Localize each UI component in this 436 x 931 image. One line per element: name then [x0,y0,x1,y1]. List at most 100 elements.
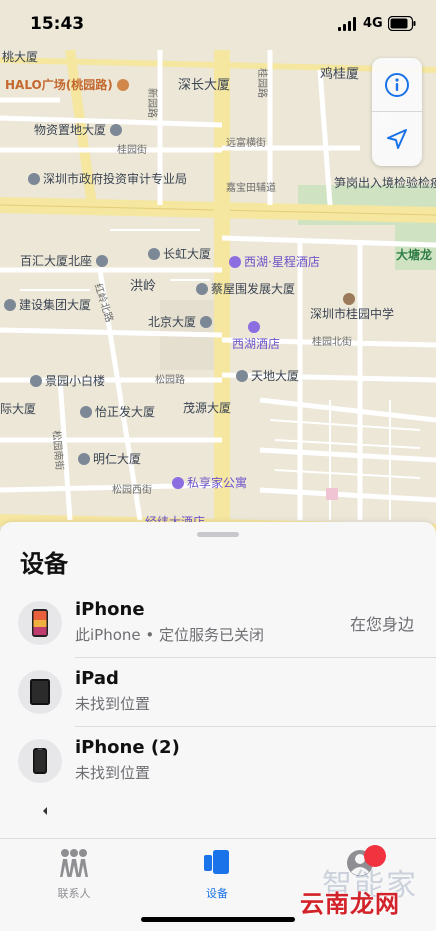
map-label-text: 景园小白楼 [45,374,106,388]
map-label: 大塘龙 [396,248,433,262]
iphone-icon [33,748,47,774]
tab-devices[interactable]: 设备 [167,847,267,905]
map-label: 北京大厦 [148,315,215,329]
map-label: 新园路 [146,88,157,118]
map-label-text: 物资置地大厦 [34,123,107,137]
map-label: 茂源大厦 [183,401,231,415]
device-name: iPhone (2) [75,737,180,758]
info-button[interactable] [372,58,422,112]
map-label: 西湖·星程酒店 [229,255,320,269]
building-icon [4,299,16,311]
device-icon-circle [18,670,62,714]
iphone-color-icon [32,609,48,637]
map-label: 深圳市政府投资审计专业局 [28,172,187,186]
device-distance: 在您身边 [349,615,414,634]
map-label: 深圳市桂园中学 [310,307,395,321]
map-label: 桂园路 [256,68,267,98]
ipad-icon [30,679,50,705]
map-label: 桂园街 [117,145,147,156]
device-row-ipad[interactable]: iPad 未找到位置 [0,658,436,727]
map-label: 远富横街 [226,138,266,149]
status-bar: 15:43 4G [0,0,436,50]
map-label: HALO广场(桃园路) [5,78,132,92]
map-label: 蔡屋围发展大厦 [196,282,295,296]
building-icon [78,453,90,465]
map-label: 私享家公寓 [172,476,247,490]
map-label-text: 深圳市政府投资审计专业局 [43,172,188,186]
sheet-grabber[interactable] [197,532,239,537]
map-label: 洪岭 [130,279,157,294]
device-status: 未找到位置 [75,764,151,782]
device-row-iphone-2[interactable]: iPhone (2) 未找到位置 [0,727,436,796]
map-label: 鸡桂厦 [320,67,360,82]
school-icon [343,293,355,305]
tab-label: 联系人 [57,887,91,900]
map-label-text: 私享家公寓 [187,476,248,490]
map-label: 松园路 [155,375,185,386]
map-label-text: 长虹大厦 [163,247,212,261]
people-icon [60,849,88,877]
map-label-text: 怡正发大厦 [95,405,156,419]
map-label-text: 西湖·星程酒店 [244,255,320,269]
map-label: 景园小白楼 [30,374,105,388]
home-indicator[interactable] [141,917,295,922]
map-label-text: 百汇大厦北座 [20,254,93,268]
map-label: 深长大厦 [178,79,230,93]
building-icon [109,124,122,136]
map-label: 物资置地大厦 [34,123,125,137]
map-label: 笋岗出入境检验检疫 [334,176,436,190]
apartment-icon [172,477,184,489]
map-label: 百汇大厦北座 [20,254,111,268]
map-label: 桂园北街 [312,337,352,348]
map-label-text: 蔡屋围发展大厦 [211,282,296,296]
tab-people[interactable]: 联系人 [24,847,124,905]
sheet-title: 设备 [20,550,68,578]
building-icon [80,406,92,418]
map-label [248,320,263,334]
hotel-icon [229,256,241,268]
map-label: 西湖酒店 [232,337,281,351]
building-icon [236,370,248,382]
map-label-text: 茂源大厦 [183,401,232,415]
building-icon [199,316,212,328]
map-label: 际大厦 [0,402,37,416]
chevron-left-icon[interactable] [40,805,50,817]
status-time: 15:43 [30,14,85,34]
cellular-signal-icon [338,17,356,31]
map-label: 松园西街 [112,485,152,496]
device-status: 未找到位置 [75,695,151,713]
map-label: 桃大厦 [2,50,39,64]
map-label-text: 天地大厦 [251,369,300,383]
devices-icon [204,850,229,874]
map-controls [372,58,422,166]
map-label-text: 北京大厦 [148,315,197,329]
network-type: 4G [363,16,383,31]
watermark: 云南龙网 [300,890,400,918]
map-label: 明仁大厦 [78,452,141,466]
building-icon [30,375,42,387]
map-label: 天地大厦 [236,369,299,383]
device-icon-circle [18,739,62,783]
map[interactable]: 桃大厦 HALO广场(桃园路) 深长大厦 鸡桂厦 物资置地大厦 远富横街 桂园街… [0,0,436,560]
map-label: 嘉宝田辅道 [226,183,276,194]
battery-icon [388,16,416,31]
tab-label: 设备 [206,887,228,900]
device-row-iphone[interactable]: iPhone 此iPhone • 定位服务已关闭 在您身边 [0,589,436,658]
map-label-text: 建设集团大厦 [19,298,92,312]
map-label: 怡正发大厦 [80,405,155,419]
device-icon-circle [18,601,62,645]
building-icon [148,248,160,260]
locate-button[interactable] [372,112,422,166]
hotel-icon [248,321,260,333]
device-status: 此iPhone • 定位服务已关闭 [75,626,265,644]
map-label-text: 明仁大厦 [93,452,142,466]
device-name: iPad [75,668,119,689]
map-label-text: HALO广场(桃园路) [5,78,113,92]
info-icon [385,72,409,97]
government-icon [28,173,40,185]
device-name: iPhone [75,599,145,620]
map-label [343,292,358,306]
map-label: 建设集团大厦 [4,298,91,312]
map-label-text: 深长大厦 [178,78,231,93]
map-label: 长虹大厦 [148,247,211,261]
